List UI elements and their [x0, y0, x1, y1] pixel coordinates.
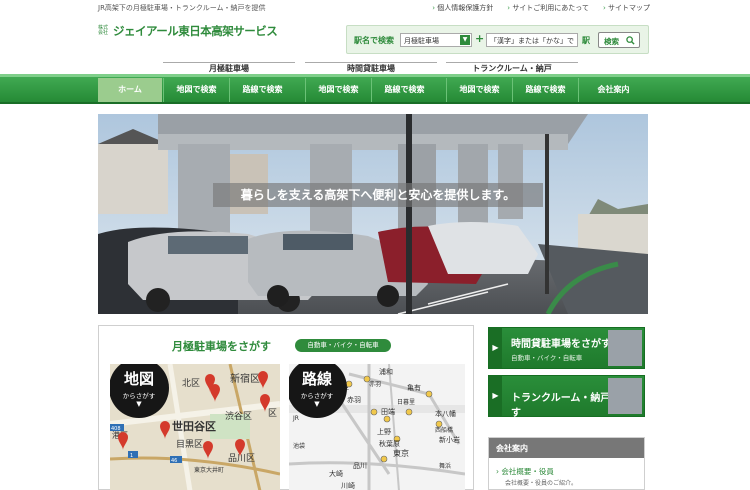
nav-stripe: [0, 74, 750, 77]
station-label: 秋葉原: [379, 439, 400, 448]
play-arrow-icon: ▶: [489, 328, 502, 368]
station-label: 品川: [353, 462, 367, 470]
monthly-parking-search-panel: 月極駐車場をさがす 自動車・バイク・自転車 北区 新宿区 渋谷区 世田谷区 目黒…: [98, 325, 474, 490]
place-label: 北区: [182, 378, 200, 389]
category-hourly-parking: 時間貸駐車場: [305, 62, 437, 74]
company-heading: 会社案内: [489, 438, 644, 458]
utility-links: 個人情報保護方針 サイトご利用にあたって サイトマップ: [432, 3, 650, 13]
logo-name: ジェイアール東日本高架サービス: [113, 24, 278, 38]
route-number: 408: [111, 426, 121, 432]
site-tagline: JR高架下の月極駐車場・トランクルーム・納戸を提供: [98, 4, 266, 12]
station-label: 赤羽: [347, 396, 361, 404]
hourly-parking-sub: 自動車・バイク・自転車: [511, 354, 583, 362]
category-monthly-parking: 月極駐車場: [163, 62, 295, 74]
trunk-room-search-button[interactable]: ▶ トランクルーム・納戸をさがす: [488, 375, 645, 419]
station-label: 舞浜: [439, 462, 451, 470]
parking-thumbnail: [608, 330, 642, 366]
page: JR高架下の月極駐車場・トランクルーム・納戸を提供 個人情報保護方針 サイトご利…: [0, 0, 750, 490]
line-search-label: 路線: [301, 370, 332, 388]
map-search-sub: からさがす: [122, 392, 156, 400]
map-search-label: 地図: [123, 370, 154, 388]
nav-hourly-map[interactable]: 地図で検索: [305, 78, 371, 102]
nav-monthly-map[interactable]: 地図で検索: [163, 78, 229, 102]
company-box: 会社案内 会社概要・役員 会社概要・役員のご紹介。: [488, 437, 645, 490]
company-profile-desc: 会社概要・役員のご紹介。: [505, 480, 578, 487]
chevron-down-icon: ▼: [136, 400, 142, 408]
nav-hourly-line[interactable]: 路線で検索: [371, 78, 437, 102]
nav-home[interactable]: ホーム: [98, 78, 162, 102]
place-label: 世田谷区: [172, 419, 216, 433]
nav-trunk-map[interactable]: 地図で検索: [446, 78, 512, 102]
nav-trunk-line[interactable]: 路線で検索: [512, 78, 578, 102]
station-label: 池袋: [293, 442, 305, 450]
hourly-parking-title: 時間貸駐車場をさがす: [511, 339, 611, 350]
station-search-label: 駅名で検索: [354, 36, 394, 45]
station-label: 川崎: [341, 481, 355, 490]
facility-select-value: 月極駐車場: [404, 37, 439, 45]
station-label: 東京: [393, 448, 409, 458]
logo[interactable]: 株式会社 ジェイアール東日本高架サービス: [98, 23, 278, 39]
route-number: 1: [130, 453, 133, 459]
station-label: 上野: [377, 427, 391, 436]
nav-monthly-line[interactable]: 路線で検索: [229, 78, 295, 102]
top-utility-bar: JR高架下の月極駐車場・トランクルーム・納戸を提供 個人情報保護方針 サイトご利…: [0, 0, 750, 14]
station-label: 赤羽: [369, 381, 381, 388]
station-suffix: 駅: [582, 36, 590, 45]
station-label: 亀有: [407, 383, 421, 392]
company-profile-link[interactable]: 会社概要・役員: [496, 466, 554, 477]
place-label: 新宿区: [230, 372, 260, 385]
station-label: 日暮里: [397, 398, 415, 406]
privacy-link[interactable]: 個人情報保護方針: [432, 3, 493, 13]
place-label: 東京大井町: [194, 466, 224, 474]
nav-company[interactable]: 会社案内: [578, 78, 648, 102]
search-icon: [626, 36, 635, 45]
station-label: 田端: [381, 407, 395, 416]
hero-photo: [98, 114, 648, 314]
station-input[interactable]: 「漢字」または「かな」で: [486, 33, 578, 47]
station-label: 新小岩: [439, 435, 460, 444]
hero-tagline: 暮らしを支える高架下へ便利と安心を提供します。: [213, 183, 543, 207]
search-button-label: 検索: [604, 37, 619, 46]
route-number: 46: [171, 458, 177, 464]
terms-link[interactable]: サイトご利用にあたって: [507, 3, 589, 13]
select-arrow-icon: ▼: [460, 35, 470, 45]
chevron-down-icon: ▼: [314, 400, 320, 408]
category-trunk-room: トランクルーム・納戸: [446, 62, 578, 74]
play-arrow-icon: ▶: [489, 376, 502, 416]
hourly-parking-search-button[interactable]: ▶ 時間貸駐車場をさがす 自動車・バイク・自転車: [488, 327, 645, 369]
hero-image: 暮らしを支える高架下へ便利と安心を提供します。: [98, 114, 648, 314]
logo-badge: 株式会社: [98, 25, 109, 36]
line-search-sub: からさがす: [300, 392, 334, 400]
place-label: 品川区: [228, 453, 255, 464]
place-label: 目黒区: [176, 439, 203, 450]
map-search-thumbnail[interactable]: 北区 新宿区 渋谷区 世田谷区 目黒区 品川区 区 東京大井町 港区 1 46 …: [110, 364, 280, 490]
facility-select[interactable]: 月極駐車場 ▼: [400, 33, 472, 47]
place-label: 区: [268, 408, 277, 419]
station-label: 浦和: [379, 367, 393, 376]
place-label: 渋谷区: [225, 410, 252, 422]
station-label: 本八幡: [435, 409, 456, 418]
plus-sign: +: [475, 32, 485, 45]
sitemap-link[interactable]: サイトマップ: [603, 3, 650, 13]
station-label: JR: [292, 415, 299, 422]
station-label: 西船橋: [435, 426, 453, 434]
search-button[interactable]: 検索: [598, 32, 640, 48]
station-label: 大崎: [329, 469, 343, 478]
line-search-thumbnail[interactable]: 浦和 赤羽 王子 田端 赤羽 上野 新小岩 秋葉原 東京 品川 大崎 川崎 亀有…: [289, 364, 465, 490]
trunk-room-thumbnail: [608, 378, 642, 414]
panel-title: 月極駐車場をさがす: [172, 340, 271, 353]
vehicle-badge: 自動車・バイク・自転車: [295, 339, 391, 352]
station-search: 駅名で検索 月極駐車場 ▼ + 「漢字」または「かな」で 駅 検索: [346, 25, 649, 54]
